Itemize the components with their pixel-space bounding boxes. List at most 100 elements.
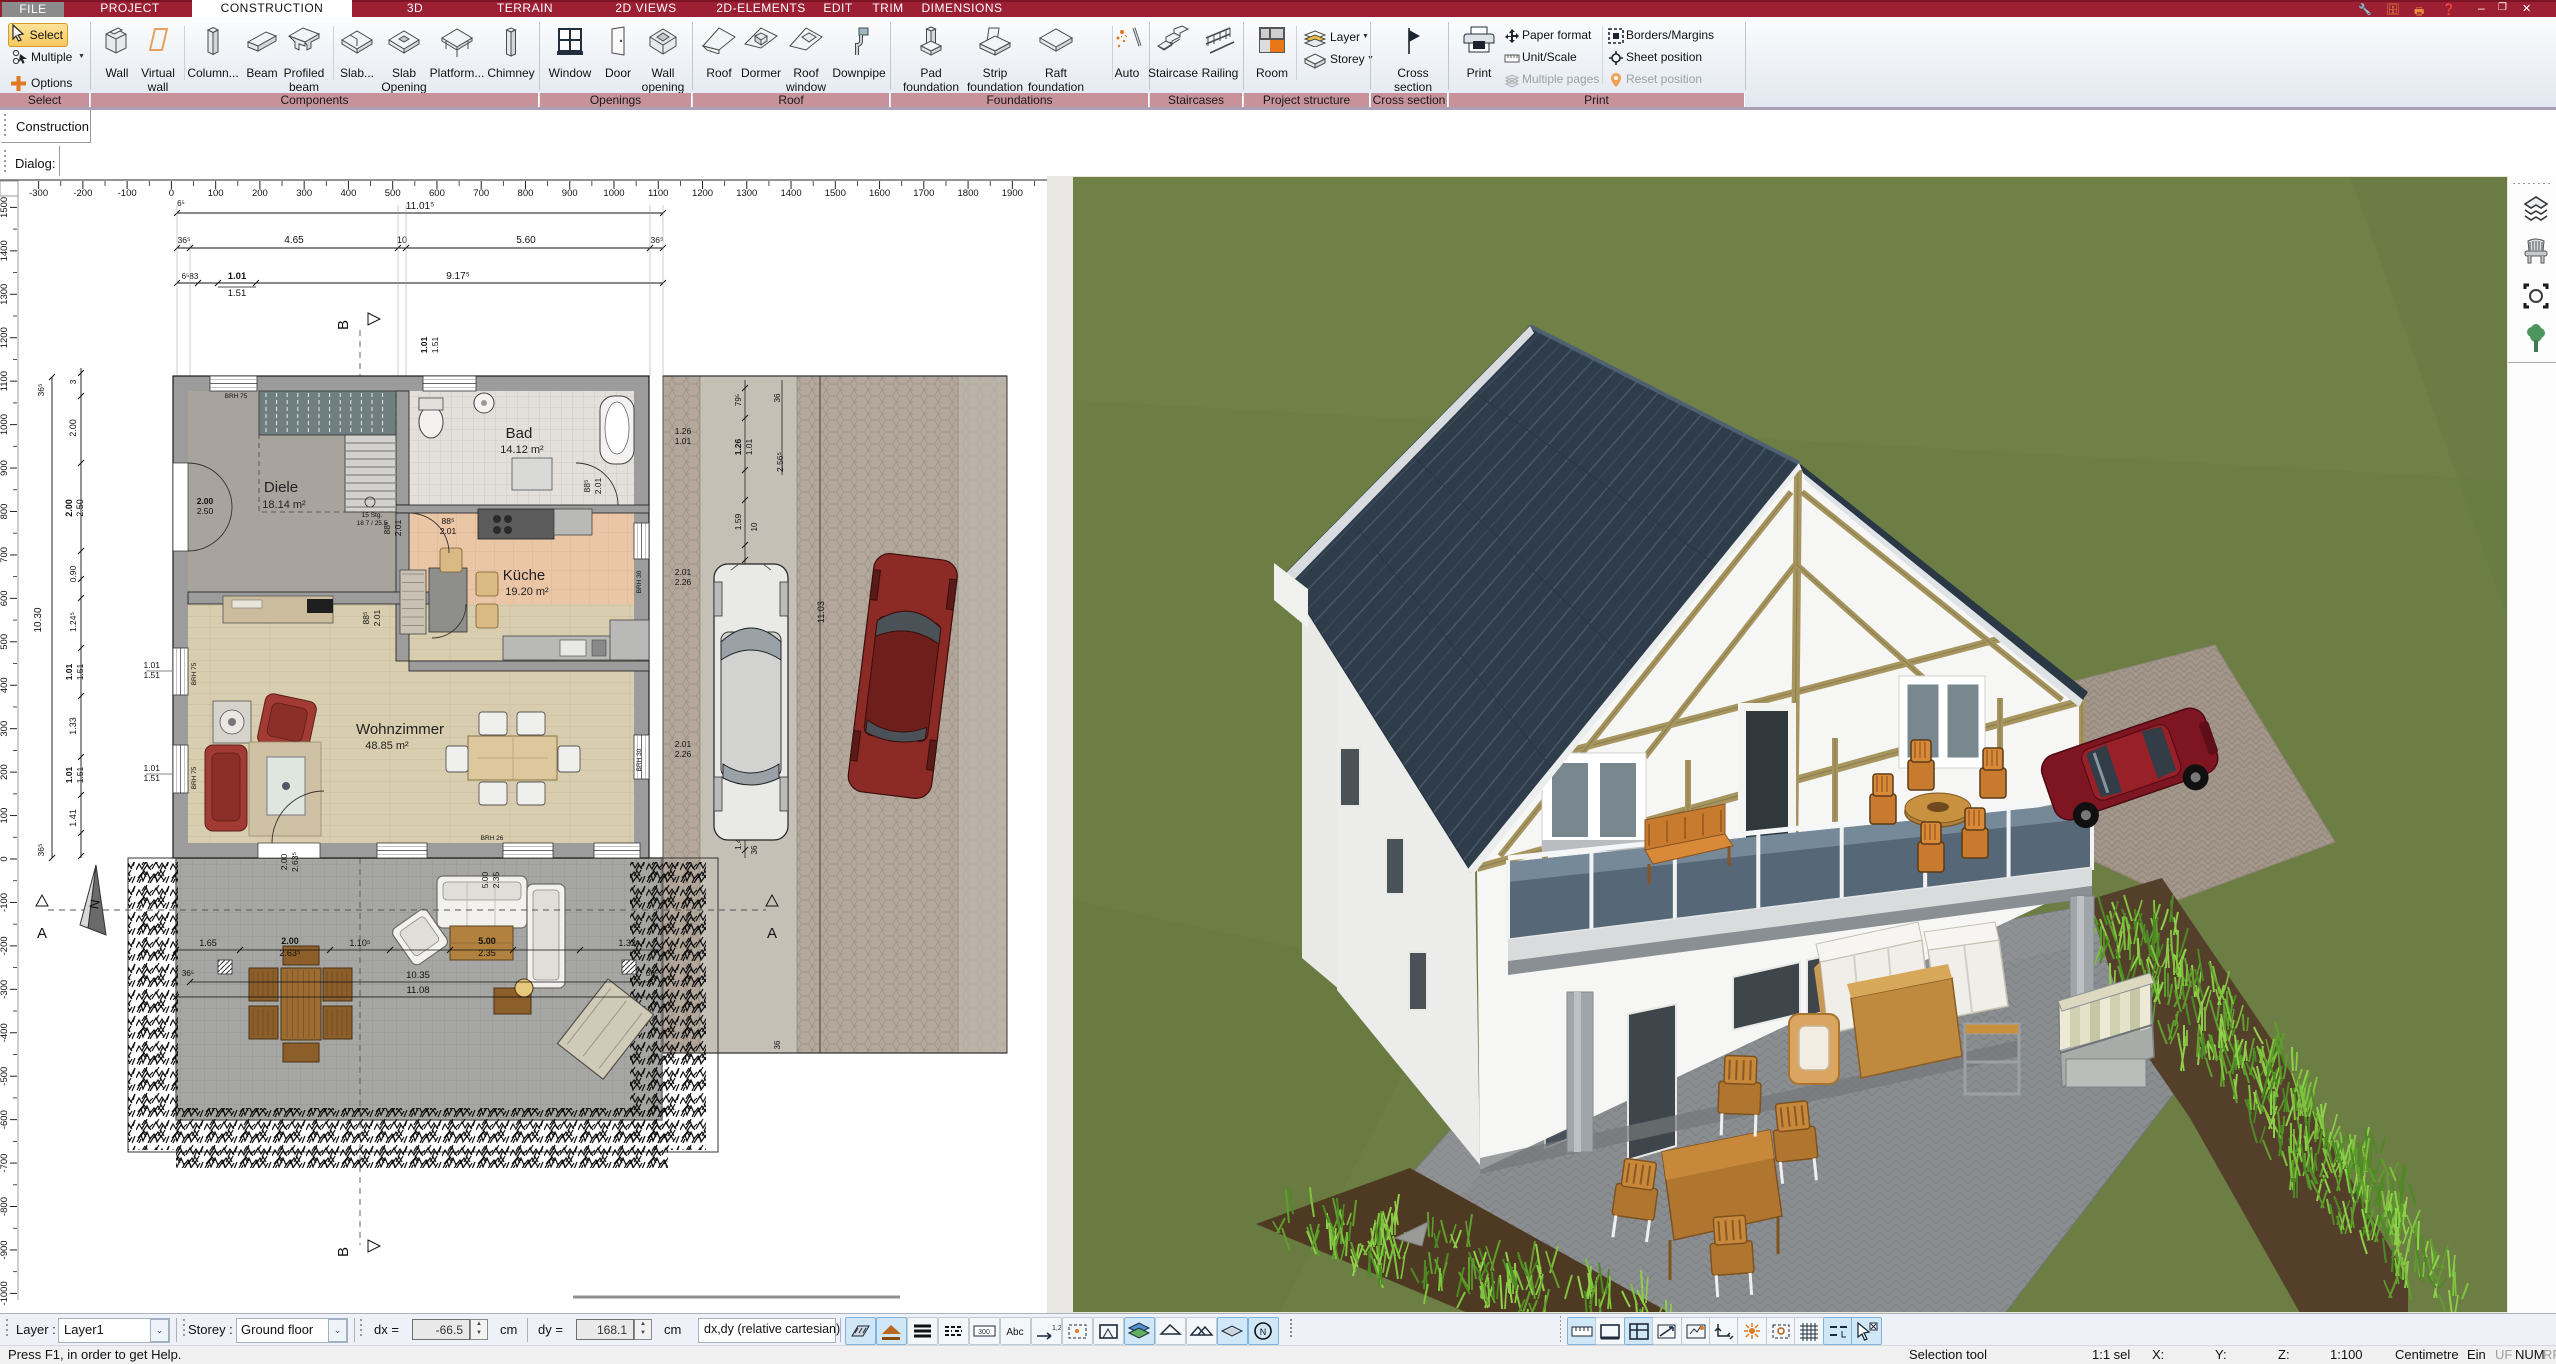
svg-text:2.01: 2.01 bbox=[593, 477, 603, 494]
svg-text:100: 100 bbox=[0, 808, 10, 824]
svg-text:1700: 1700 bbox=[913, 188, 934, 199]
svg-text:-200: -200 bbox=[0, 936, 10, 955]
svg-text:1.59: 1.59 bbox=[733, 513, 743, 530]
svg-text:19.20 m²: 19.20 m² bbox=[505, 586, 549, 598]
svg-text:36⁵: 36⁵ bbox=[646, 969, 658, 978]
svg-text:88⁵: 88⁵ bbox=[382, 522, 392, 535]
svg-text:3: 3 bbox=[68, 379, 78, 384]
svg-text:2.00: 2.00 bbox=[281, 936, 299, 946]
svg-text:36⁵: 36⁵ bbox=[36, 384, 46, 397]
svg-text:10.35: 10.35 bbox=[406, 970, 430, 981]
svg-text:2.01: 2.01 bbox=[372, 609, 382, 626]
svg-text:1.51: 1.51 bbox=[143, 773, 160, 783]
svg-text:1,2: 1,2 bbox=[1052, 1325, 1061, 1332]
svg-text:1.24⁵: 1.24⁵ bbox=[68, 612, 78, 632]
svg-text:36⁵: 36⁵ bbox=[182, 969, 194, 978]
svg-text:1100: 1100 bbox=[0, 371, 10, 391]
svg-text:1800: 1800 bbox=[958, 188, 979, 199]
svg-text:200: 200 bbox=[0, 764, 10, 780]
svg-text:1200: 1200 bbox=[692, 188, 713, 199]
svg-text:1100: 1100 bbox=[648, 188, 668, 199]
svg-text:-700: -700 bbox=[0, 1154, 10, 1173]
svg-text:-100: -100 bbox=[0, 893, 10, 912]
svg-text:2.26: 2.26 bbox=[675, 577, 692, 587]
svg-text:-200: -200 bbox=[73, 188, 92, 199]
svg-text:15 Stg.: 15 Stg. bbox=[362, 512, 383, 519]
svg-text:88⁵: 88⁵ bbox=[442, 516, 455, 526]
svg-text:11.03: 11.03 bbox=[816, 601, 826, 623]
svg-text:5.00: 5.00 bbox=[478, 936, 496, 946]
svg-text:2.00: 2.00 bbox=[68, 419, 78, 437]
svg-text:1.01: 1.01 bbox=[419, 336, 429, 353]
svg-text:500: 500 bbox=[385, 188, 401, 199]
svg-text:BRH 75: BRH 75 bbox=[191, 766, 198, 789]
svg-text:5.60: 5.60 bbox=[516, 235, 536, 246]
svg-text:1.51: 1.51 bbox=[430, 336, 440, 353]
svg-text:300: 300 bbox=[296, 188, 312, 199]
svg-text:10.30: 10.30 bbox=[33, 607, 44, 632]
svg-text:2.35: 2.35 bbox=[478, 948, 496, 958]
svg-text:Diele: Diele bbox=[264, 479, 298, 496]
svg-text:6⁵83: 6⁵83 bbox=[182, 272, 199, 281]
svg-text:36⁵: 36⁵ bbox=[178, 235, 191, 245]
svg-text:36⁵: 36⁵ bbox=[651, 235, 664, 245]
svg-text:-600: -600 bbox=[0, 1110, 10, 1129]
svg-text:10: 10 bbox=[397, 235, 407, 245]
svg-text:Abc: Abc bbox=[1006, 1327, 1023, 1338]
svg-text:100: 100 bbox=[208, 188, 224, 199]
svg-text:2.35: 2.35 bbox=[491, 871, 501, 888]
svg-text:BRH 26: BRH 26 bbox=[481, 835, 504, 842]
svg-text:0: 0 bbox=[169, 188, 174, 199]
svg-text:B: B bbox=[335, 1247, 352, 1257]
svg-text:1.51: 1.51 bbox=[75, 663, 85, 680]
svg-text:9.17⁵: 9.17⁵ bbox=[446, 271, 470, 282]
svg-text:11.01⁵: 11.01⁵ bbox=[406, 201, 434, 212]
svg-text:1.01: 1.01 bbox=[744, 438, 754, 455]
svg-text:36: 36 bbox=[773, 1040, 782, 1049]
svg-text:700: 700 bbox=[473, 188, 489, 199]
svg-text:1.51: 1.51 bbox=[75, 766, 85, 783]
svg-text:0: 0 bbox=[0, 856, 10, 861]
svg-text:400: 400 bbox=[0, 677, 10, 693]
svg-text:1.65: 1.65 bbox=[199, 938, 217, 948]
svg-text:-1000: -1000 bbox=[0, 1281, 10, 1305]
svg-text:800: 800 bbox=[0, 504, 10, 520]
svg-text:600: 600 bbox=[429, 188, 445, 199]
svg-text:Wohnzimmer: Wohnzimmer bbox=[356, 721, 444, 738]
svg-text:1000: 1000 bbox=[0, 414, 10, 435]
svg-text:18.14 m²: 18.14 m² bbox=[262, 499, 306, 511]
svg-text:Bad: Bad bbox=[506, 425, 533, 442]
svg-text:N: N bbox=[1260, 1327, 1267, 1337]
svg-text:600: 600 bbox=[0, 590, 10, 606]
svg-text:2.50: 2.50 bbox=[75, 499, 85, 517]
svg-text:300: 300 bbox=[978, 1329, 990, 1336]
svg-text:500: 500 bbox=[0, 634, 10, 650]
svg-text:1.33: 1.33 bbox=[68, 717, 78, 735]
svg-text:1.01: 1.01 bbox=[228, 271, 247, 282]
svg-text:-500: -500 bbox=[0, 1067, 10, 1086]
svg-text:900: 900 bbox=[0, 460, 10, 476]
svg-text:5.00: 5.00 bbox=[480, 871, 490, 888]
svg-text:2.56⁵: 2.56⁵ bbox=[775, 452, 785, 472]
svg-text:2.00: 2.00 bbox=[64, 499, 74, 517]
svg-text:1.51: 1.51 bbox=[228, 288, 247, 299]
svg-text:400: 400 bbox=[341, 188, 357, 199]
svg-text:2.01: 2.01 bbox=[675, 739, 692, 749]
svg-text:300: 300 bbox=[0, 721, 10, 737]
svg-text:2.50: 2.50 bbox=[197, 506, 214, 516]
svg-text:88⁵: 88⁵ bbox=[361, 612, 371, 625]
svg-text:6⁵: 6⁵ bbox=[177, 199, 185, 208]
svg-text:Küche: Küche bbox=[503, 567, 546, 584]
svg-text:1000: 1000 bbox=[603, 188, 624, 199]
svg-text:1.01: 1.01 bbox=[143, 660, 160, 670]
svg-text:2.01: 2.01 bbox=[675, 567, 692, 577]
svg-text:1400: 1400 bbox=[780, 188, 801, 199]
svg-text:1.26: 1.26 bbox=[675, 426, 692, 436]
svg-text:1500: 1500 bbox=[825, 188, 846, 199]
svg-text:11.08: 11.08 bbox=[406, 985, 429, 996]
svg-text:1.01: 1.01 bbox=[143, 763, 160, 773]
svg-text:1.51: 1.51 bbox=[143, 670, 160, 680]
svg-text:2.63⁵: 2.63⁵ bbox=[279, 948, 301, 958]
svg-text:2.00: 2.00 bbox=[279, 853, 289, 870]
svg-text:36: 36 bbox=[773, 393, 782, 402]
